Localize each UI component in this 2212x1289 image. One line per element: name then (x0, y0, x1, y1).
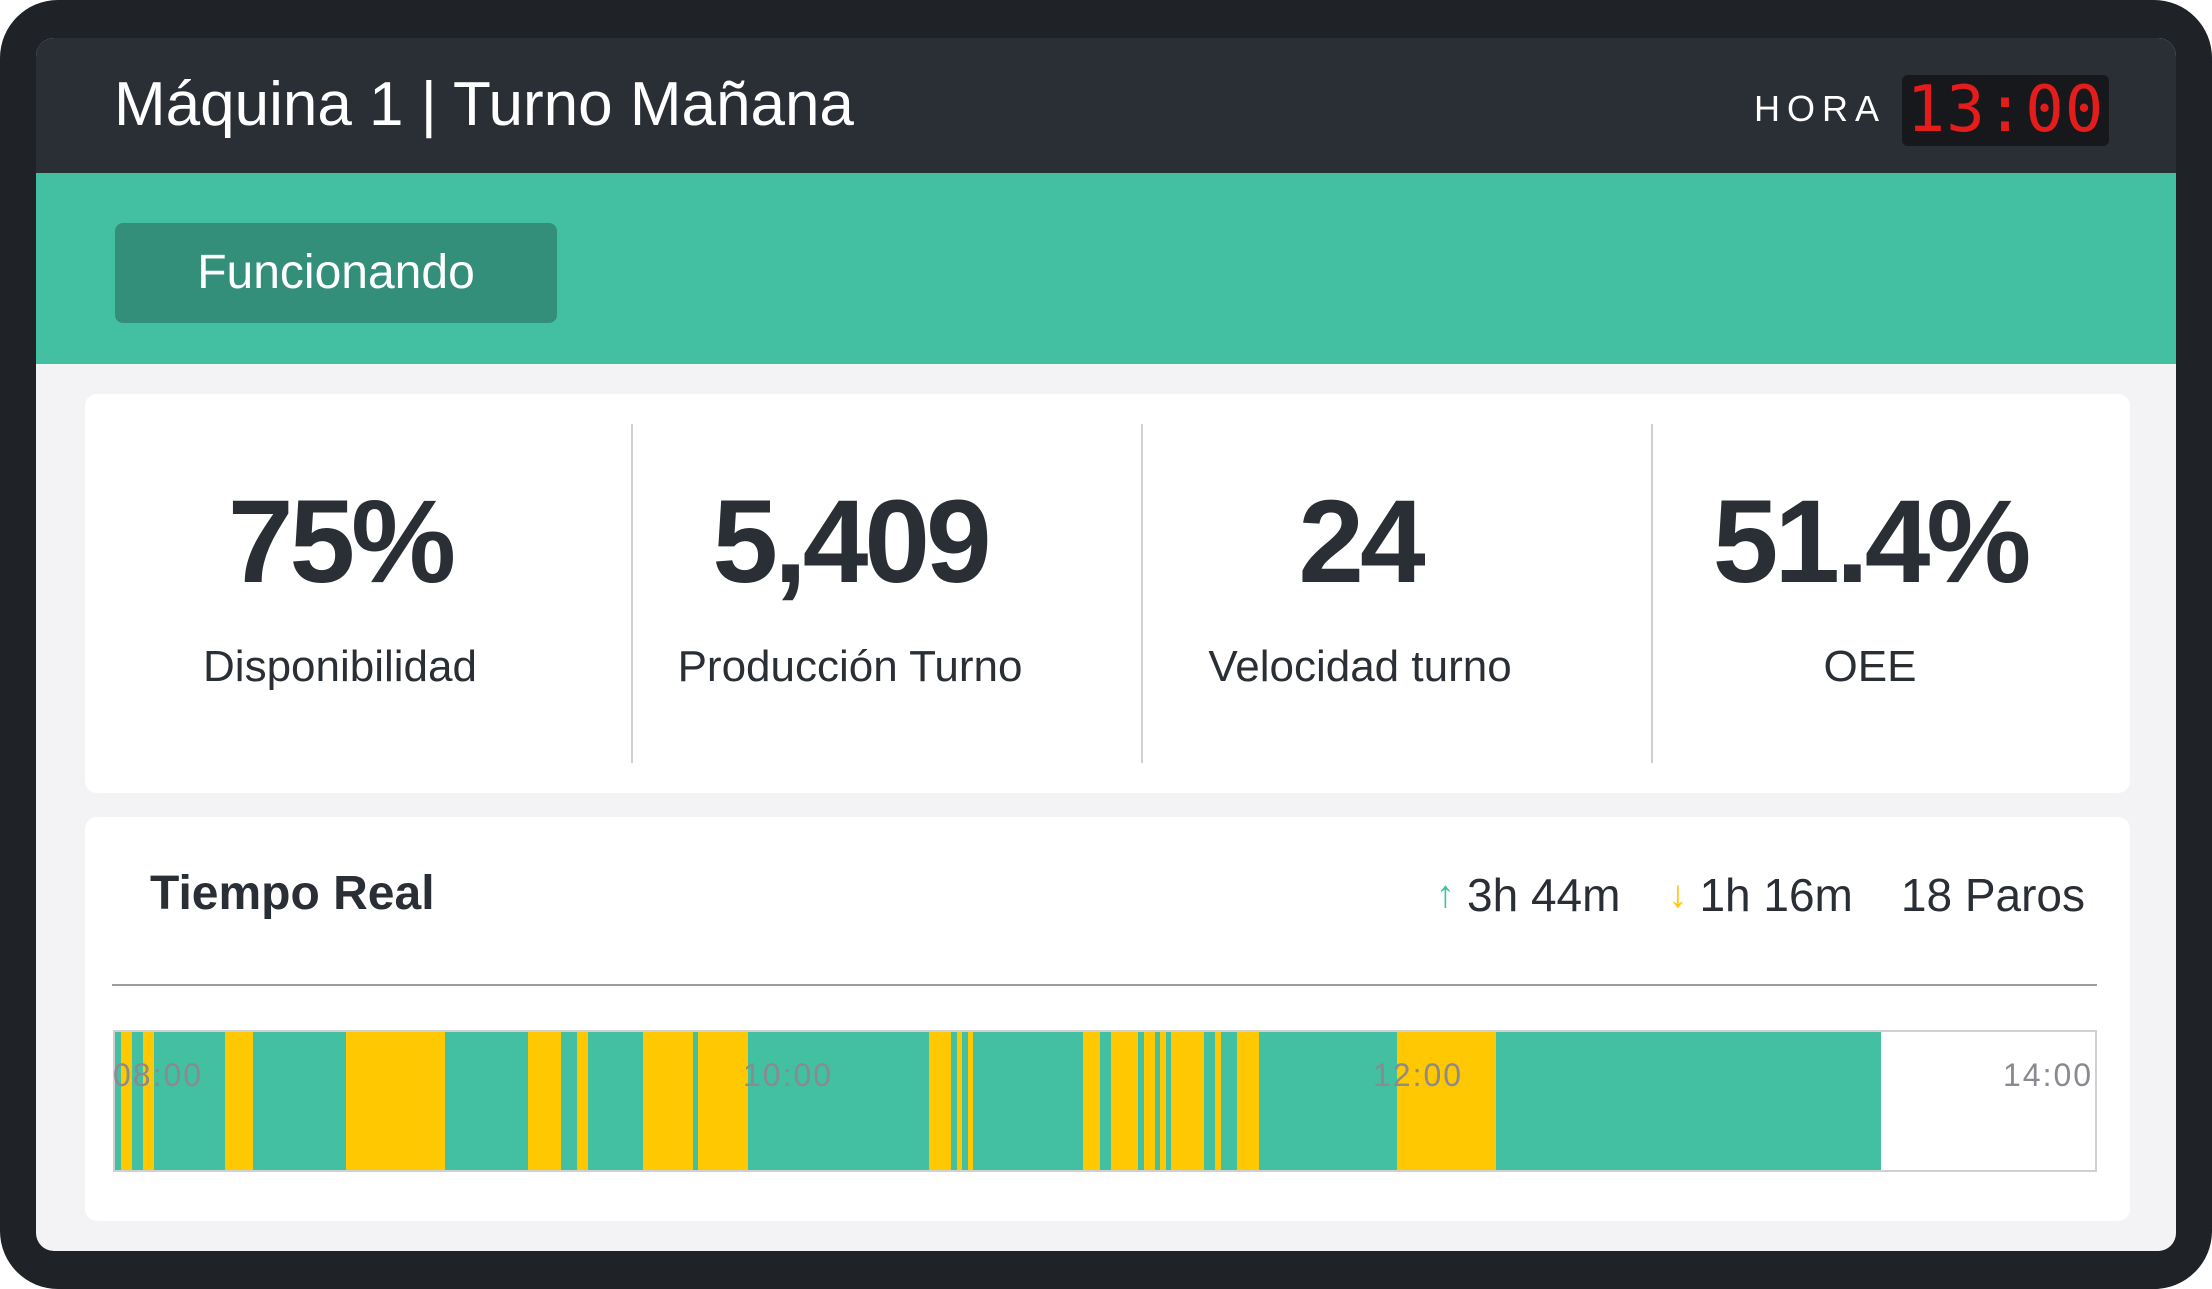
stop-segment[interactable] (956, 1032, 962, 1170)
divider-line (112, 984, 2097, 986)
header-bar: Máquina 1 | Turno Mañana HORA 13:00 (36, 38, 2176, 173)
realtime-title: Tiempo Real (150, 867, 435, 920)
kpi-availability: 75% Disponibilidad (85, 394, 595, 793)
dashboard-screen: Máquina 1 | Turno Mañana HORA 13:00 Func… (36, 38, 2176, 1251)
timeline-tick: 10:00 (743, 1057, 834, 1093)
downtime-value: 1h 16m (1699, 869, 1853, 921)
stop-segment[interactable] (577, 1032, 588, 1170)
timeline-tick: 12:00 (1373, 1057, 1464, 1093)
stop-segment[interactable] (142, 1032, 154, 1170)
stops-stat: 18 Paros (1901, 872, 2085, 918)
hora-label: HORA (1754, 88, 1887, 129)
kpi-label: Velocidad turno (1208, 642, 1512, 691)
uptime-stat: ↑ 3h 44m (1436, 872, 1620, 918)
stop-segment[interactable] (929, 1032, 951, 1170)
stop-segment[interactable] (643, 1032, 693, 1170)
uptime-value: 3h 44m (1467, 869, 1621, 921)
realtime-panel: Tiempo Real ↑ 3h 44m ↓ 1h 16m 18 Paros (85, 817, 2130, 1221)
kpi-value: 5,409 (712, 476, 991, 608)
status-bar: Funcionando (36, 173, 2176, 364)
clock-display: 13:00 (1902, 75, 2109, 146)
stop-segment[interactable] (1237, 1032, 1259, 1170)
stop-segment[interactable] (1083, 1032, 1100, 1170)
arrow-up-icon: ↑ (1436, 874, 1455, 916)
device-bezel: Máquina 1 | Turno Mañana HORA 13:00 Func… (0, 0, 2212, 1289)
stop-segment[interactable] (1396, 1032, 1496, 1170)
timeline-tick: 14:00 (2003, 1057, 2094, 1093)
realtime-stats: ↑ 3h 44m ↓ 1h 16m 18 Paros (1388, 870, 2085, 920)
stop-segment[interactable] (1160, 1032, 1166, 1170)
stop-segment[interactable] (967, 1032, 973, 1170)
kpi-shift-speed: 24 Velocidad turno (1105, 394, 1615, 793)
kpi-panel: 75% Disponibilidad 5,409 Producción Turn… (85, 394, 2130, 793)
stop-segment[interactable] (527, 1032, 561, 1170)
stop-segment[interactable] (346, 1032, 445, 1170)
stop-segment[interactable] (225, 1032, 253, 1170)
machine-status-badge[interactable]: Funcionando (115, 223, 557, 323)
kpi-label: Producción Turno (677, 642, 1023, 691)
kpi-value: 51.4% (1712, 476, 2032, 608)
kpi-shift-production: 5,409 Producción Turno (595, 394, 1105, 793)
machine-shift-title: Máquina 1 | Turno Mañana (114, 70, 854, 139)
kpi-label: OEE (1823, 642, 1917, 691)
kpi-oee: 51.4% OEE (1615, 394, 2125, 793)
state-timeline[interactable] (113, 1030, 2097, 1172)
arrow-down-icon: ↓ (1668, 874, 1688, 916)
stops-count: 18 Paros (1900, 869, 2085, 921)
kpi-value: 24 (1298, 476, 1425, 608)
stop-segment[interactable] (120, 1032, 132, 1170)
stop-segment[interactable] (1171, 1032, 1204, 1170)
stop-segment[interactable] (1215, 1032, 1221, 1170)
stop-segment[interactable] (1110, 1032, 1138, 1170)
kpi-label: Disponibilidad (203, 642, 477, 691)
kpi-value: 75% (227, 476, 456, 608)
downtime-stat: ↓ 1h 16m (1668, 872, 1852, 918)
stop-segment[interactable] (1143, 1032, 1155, 1170)
stop-segment[interactable] (698, 1032, 748, 1170)
timeline-tick: 08:00 (113, 1057, 204, 1093)
